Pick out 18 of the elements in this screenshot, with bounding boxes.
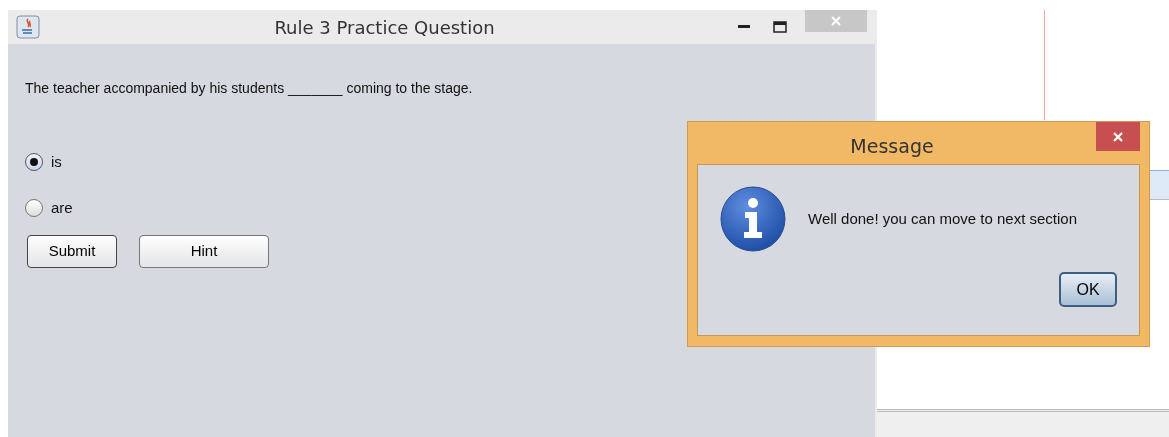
close-button[interactable] bbox=[1096, 122, 1140, 151]
window-title: Rule 3 Practice Question bbox=[273, 15, 496, 40]
maximize-icon bbox=[773, 21, 787, 33]
radio-button[interactable] bbox=[25, 198, 43, 217]
dialog-title: Message bbox=[849, 134, 935, 159]
question-text: The teacher accompanied by his students _______ coming to the stage. bbox=[25, 79, 474, 98]
ok-button[interactable]: OK bbox=[1059, 272, 1117, 307]
radio-button[interactable] bbox=[25, 153, 43, 172]
info-icon bbox=[720, 186, 786, 252]
option-label[interactable]: is bbox=[51, 151, 62, 174]
option-label[interactable]: are bbox=[51, 196, 73, 219]
hint-button[interactable]: Hint bbox=[139, 235, 269, 268]
minimize-icon bbox=[738, 25, 750, 29]
dialog-message: Well done! you can move to next section bbox=[808, 208, 1078, 229]
java-icon bbox=[16, 15, 40, 39]
close-icon bbox=[1112, 130, 1124, 143]
close-icon bbox=[830, 15, 842, 27]
submit-button[interactable]: Submit bbox=[27, 235, 117, 268]
